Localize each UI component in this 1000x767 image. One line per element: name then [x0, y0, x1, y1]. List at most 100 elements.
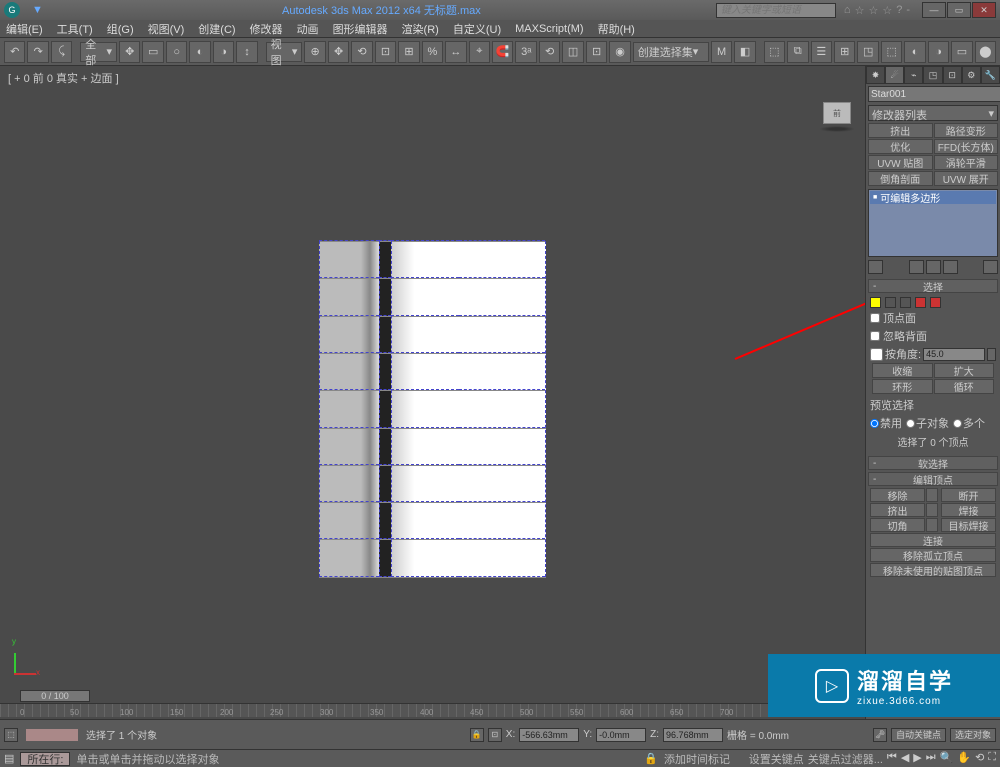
- angle-spinner[interactable]: [987, 348, 996, 361]
- snap-button[interactable]: 🧲: [492, 41, 513, 63]
- renderprod-button[interactable]: ▭: [951, 41, 972, 63]
- stack-editable-poly[interactable]: 可编辑多边形: [870, 191, 996, 204]
- subobj-edge[interactable]: [885, 297, 896, 308]
- undo-button[interactable]: ↶: [4, 41, 25, 63]
- move-button[interactable]: ⊕: [304, 41, 325, 63]
- anglesnap-button[interactable]: 3ᵃ: [515, 41, 536, 63]
- editnamedsel-button[interactable]: ◫: [562, 41, 583, 63]
- scale-button[interactable]: ⟲: [351, 41, 372, 63]
- subs-icon[interactable]: ☆: [855, 4, 865, 17]
- chamfer-settings[interactable]: [926, 518, 938, 532]
- remove-unused-button[interactable]: 移除未使用的贴图顶点: [870, 563, 996, 577]
- tab-modify[interactable]: ☄: [885, 66, 904, 84]
- lock-sel-icon[interactable]: 🔒: [644, 752, 658, 765]
- break-button[interactable]: 断开: [941, 488, 996, 502]
- subobj-polygon[interactable]: [915, 297, 926, 308]
- menu-edit[interactable]: 编辑(E): [6, 21, 43, 37]
- rendersetup-button[interactable]: ⊞: [834, 41, 855, 63]
- extrude-settings[interactable]: [926, 503, 938, 517]
- radio-off[interactable]: [870, 419, 879, 428]
- weld-button[interactable]: 焊接: [941, 503, 996, 517]
- play-icon[interactable]: ▶: [913, 751, 921, 767]
- menu-modifiers[interactable]: 修改器: [250, 21, 283, 37]
- maximize-button[interactable]: ▭: [947, 2, 971, 18]
- byangle-checkbox[interactable]: [870, 348, 883, 361]
- transform-type-icon[interactable]: ⊡: [488, 728, 502, 742]
- extrude-button[interactable]: 挤出: [870, 503, 925, 517]
- menu-group[interactable]: 组(G): [107, 21, 134, 37]
- menu-animation[interactable]: 动画: [297, 21, 319, 37]
- keyfilters-button[interactable]: 关键点过滤器...: [808, 751, 883, 767]
- stack-unique[interactable]: [926, 260, 941, 274]
- align-button[interactable]: ⌖: [469, 41, 490, 63]
- connect-button[interactable]: 连接: [870, 533, 996, 547]
- mirror2-button[interactable]: ⊡: [586, 41, 607, 63]
- select-paint-button[interactable]: ↕: [236, 41, 257, 63]
- percent-button[interactable]: %: [422, 41, 443, 63]
- orbit-icon[interactable]: ⟲: [975, 751, 984, 767]
- toggle-button[interactable]: ◉: [609, 41, 630, 63]
- tab-wrench[interactable]: 🔧: [981, 66, 1000, 84]
- menu-tools[interactable]: 工具(T): [57, 21, 93, 37]
- redo-button[interactable]: ↷: [27, 41, 48, 63]
- trackbar-key[interactable]: [26, 729, 78, 741]
- close-button[interactable]: ✕: [972, 2, 996, 18]
- modifier-list-dropdown[interactable]: 修改器列表▾: [868, 105, 998, 121]
- angle-input[interactable]: 45.0: [923, 348, 985, 361]
- rotate-button[interactable]: ✥: [328, 41, 349, 63]
- z-input[interactable]: [663, 728, 723, 742]
- play-start-icon[interactable]: ⏮: [887, 751, 897, 767]
- layers-button[interactable]: ◧: [734, 41, 755, 63]
- select-circle-button[interactable]: ○: [166, 41, 187, 63]
- menu-create[interactable]: 创建(C): [198, 21, 235, 37]
- mod-extrude[interactable]: 挤出: [868, 123, 933, 138]
- play-prev-icon[interactable]: ◀: [901, 751, 909, 767]
- viewport-label[interactable]: [ + 0 前 0 真实 + 边面 ]: [8, 70, 119, 86]
- subobj-border[interactable]: [900, 297, 911, 308]
- rollout-editvertices[interactable]: 编辑顶点: [868, 472, 998, 486]
- setkey-button[interactable]: 设置关键点: [749, 751, 804, 767]
- shrink-button[interactable]: 收缩: [872, 363, 933, 378]
- refcoord-button[interactable]: ⊡: [375, 41, 396, 63]
- material-button[interactable]: M: [711, 41, 732, 63]
- remove-button[interactable]: 移除: [870, 488, 925, 502]
- listener-button[interactable]: ☰: [811, 41, 832, 63]
- renderframe-button[interactable]: ◳: [857, 41, 878, 63]
- play-next-icon[interactable]: ⏭: [926, 751, 936, 767]
- select-move-button[interactable]: ✥: [119, 41, 140, 63]
- mirror-button[interactable]: ↔: [445, 41, 466, 63]
- remove-settings[interactable]: [926, 488, 938, 502]
- select-rect-button[interactable]: ▭: [142, 41, 163, 63]
- curve-editor-button[interactable]: ⬚: [764, 41, 785, 63]
- menu-maxscript[interactable]: MAXScript(M): [515, 23, 583, 35]
- radio-subobj[interactable]: [906, 419, 915, 428]
- rollout-selection[interactable]: 选择: [868, 279, 998, 293]
- stack-configure[interactable]: [983, 260, 998, 274]
- more-icon[interactable]: -: [906, 4, 910, 17]
- help-search-input[interactable]: [716, 3, 836, 18]
- qa-dropdown[interactable]: ▼: [28, 2, 47, 18]
- script-mini-icon[interactable]: ▤: [4, 752, 14, 765]
- help-icon[interactable]: ?: [896, 4, 902, 17]
- tab-create[interactable]: ✸: [866, 66, 885, 84]
- subobj-element[interactable]: [930, 297, 941, 308]
- remove-iso-button[interactable]: 移除孤立顶点: [870, 548, 996, 562]
- byvertex-checkbox[interactable]: [870, 313, 880, 323]
- loop-button[interactable]: 循环: [934, 379, 995, 394]
- selset-button[interactable]: 选定对象: [950, 728, 996, 742]
- viewport[interactable]: [ + 0 前 0 真实 + 边面 ] 前 y x: [0, 66, 865, 689]
- mod-uvwmap[interactable]: UVW 贴图: [868, 155, 933, 170]
- quickrender-button[interactable]: ◑: [928, 41, 949, 63]
- tab-hierarchy[interactable]: ⌁: [904, 66, 923, 84]
- modifier-stack[interactable]: 可编辑多边形: [868, 189, 998, 257]
- x-input[interactable]: [519, 728, 579, 742]
- editable-poly-object[interactable]: [319, 241, 546, 577]
- spinnersnap-button[interactable]: ⟲: [539, 41, 560, 63]
- select-lasso-button[interactable]: ◑: [213, 41, 234, 63]
- stack-remove[interactable]: [943, 260, 958, 274]
- minimize-button[interactable]: —: [922, 2, 946, 18]
- sel-lock-icon[interactable]: ⬚: [4, 728, 18, 742]
- tab-display[interactable]: ⊡: [943, 66, 962, 84]
- autokey-button[interactable]: 自动关键点: [891, 728, 946, 742]
- menu-rendering[interactable]: 渲染(R): [402, 21, 439, 37]
